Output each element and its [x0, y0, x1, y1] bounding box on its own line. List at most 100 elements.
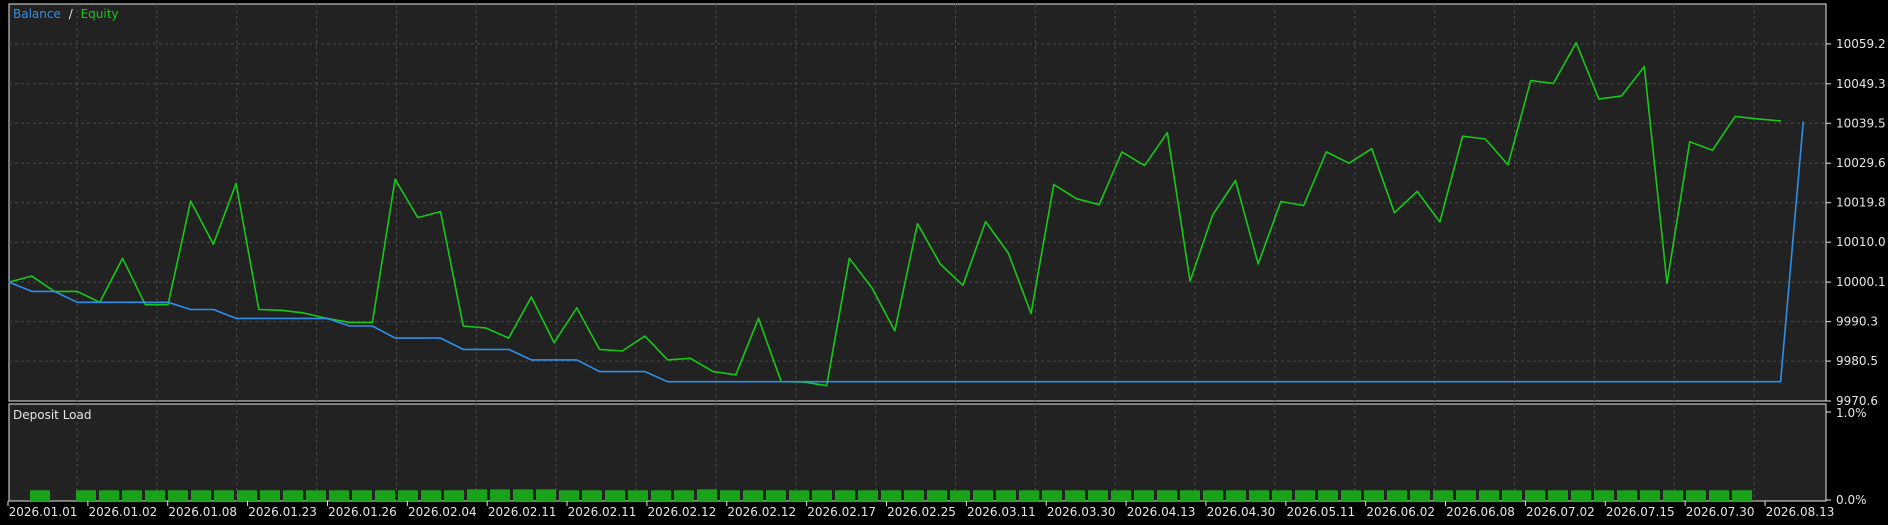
deposit-load-bar [559, 490, 579, 501]
equity-point [1166, 132, 1168, 134]
balance-point [689, 381, 691, 383]
deposit-load-bar [766, 490, 786, 501]
x-tick-label: 2026.04.30 [1207, 505, 1276, 519]
balance-point [1075, 381, 1078, 383]
deposit-load-bar [605, 490, 625, 501]
equity-point [439, 211, 442, 213]
equity-point [167, 304, 169, 306]
balance-point [826, 381, 828, 383]
equity-point [1530, 80, 1532, 82]
equity-point [1689, 141, 1691, 143]
deposit-load-bar [168, 490, 188, 501]
y-tick-label: 10059.2 [1836, 37, 1886, 51]
legend-separator: / [69, 7, 74, 21]
equity-point [871, 287, 873, 289]
x-tick-label: 2026.02.17 [807, 505, 876, 519]
equity-point [1212, 214, 1214, 216]
equity-point [31, 275, 33, 277]
equity-point [757, 317, 760, 319]
deposit-load-bar [1479, 490, 1499, 501]
deposit-load-bar [352, 490, 372, 501]
x-tick-label: 2026.02.11 [568, 505, 637, 519]
balance-point [1779, 381, 1782, 383]
equity-point [462, 325, 464, 327]
balance-point [349, 325, 351, 327]
balance-point [1575, 381, 1577, 383]
balance-point [985, 381, 987, 383]
equity-point [1507, 164, 1509, 166]
equity-point [1484, 138, 1486, 140]
equity-point [303, 312, 305, 314]
y-tick-label: 10019.8 [1836, 196, 1886, 210]
deposit-load-bar [996, 490, 1016, 501]
deposit-load-bar [1019, 490, 1039, 501]
balance-point [439, 337, 442, 339]
balance-point [1620, 381, 1623, 383]
deposit-load-bar [1410, 490, 1430, 501]
balance-point [735, 381, 737, 383]
balance-point [1189, 381, 1191, 383]
x-tick-label: 2026.01.01 [9, 505, 78, 519]
deposit-load-bar [950, 490, 970, 501]
balance-point [258, 317, 260, 319]
balance-point [1393, 381, 1396, 383]
deposit-load-bar [881, 490, 901, 501]
deposit-load-bar [628, 490, 648, 501]
x-tick-label: 2026.02.12 [727, 505, 796, 519]
equity-point [1779, 120, 1782, 122]
equity-point [1303, 204, 1305, 207]
equity-point [1643, 65, 1645, 68]
balance-point [757, 381, 760, 383]
equity-point [1552, 82, 1555, 84]
balance-point [1166, 381, 1168, 383]
balance-point [939, 381, 941, 383]
balance-point [1234, 381, 1237, 383]
equity-point [735, 374, 737, 376]
equity-point [1757, 118, 1759, 120]
balance-point [1144, 381, 1146, 383]
equity-point [235, 182, 237, 184]
deposit-load-bar [1525, 490, 1545, 501]
balance-point [1439, 381, 1441, 383]
equity-point [712, 371, 714, 373]
deposit-load-bar [743, 490, 763, 501]
x-tick-label: 2026.02.04 [408, 505, 477, 519]
deposit-load-bar [1686, 490, 1706, 501]
equity-point [1439, 221, 1441, 223]
equity-point [644, 335, 646, 337]
deposit-load-bar [1364, 490, 1384, 501]
balance-point [1416, 381, 1418, 383]
balance-point [1371, 381, 1373, 383]
balance-point [1280, 381, 1282, 383]
deposit-load-bar [1502, 490, 1522, 501]
deposit-load-bar [1111, 490, 1131, 501]
balance-point [31, 290, 33, 292]
equity-point [190, 200, 192, 202]
deposit-load-title: Deposit Load [13, 408, 91, 422]
equity-point [530, 296, 532, 298]
balance-point [462, 348, 464, 350]
deposit-load-bar [1134, 490, 1154, 501]
balance-point [871, 381, 873, 383]
equity-point [371, 321, 373, 323]
deposit-load-panel [8, 403, 1827, 502]
balance-point [1462, 381, 1464, 383]
balance-point [371, 325, 373, 327]
balance-point [394, 337, 396, 339]
equity-point [1075, 198, 1078, 200]
equity-point [144, 304, 146, 306]
equity-point [1711, 149, 1714, 151]
y-tick-label: 1.0% [1836, 406, 1867, 420]
balance-point [1802, 121, 1804, 123]
deposit-load-bar [1088, 490, 1108, 501]
equity-point [1098, 204, 1100, 206]
equity-point [1030, 312, 1032, 315]
deposit-load-bar [1594, 490, 1614, 501]
balance-point [53, 290, 56, 292]
balance-point [1552, 381, 1555, 383]
deposit-load-bar [260, 490, 280, 501]
equity-point [417, 217, 419, 219]
equity-point [349, 321, 351, 323]
x-tick-label: 2026.07.02 [1526, 505, 1595, 519]
equity-point [1144, 165, 1146, 167]
